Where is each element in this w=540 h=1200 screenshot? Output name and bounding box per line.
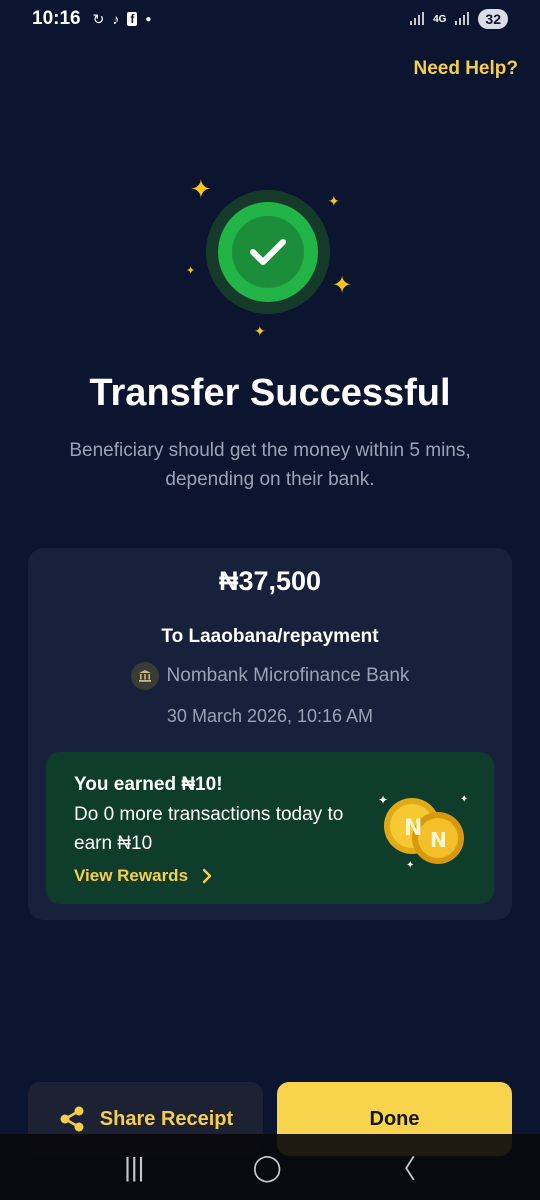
sparkle-icon: ✦ [332, 272, 353, 299]
transfer-amount: ₦37,500 [218, 566, 322, 596]
tiktok-icon: ♪ [112, 11, 120, 27]
recent-apps-icon[interactable]: ||| [124, 1152, 144, 1183]
bank-row: Nombank Microfinance Bank [0, 662, 540, 690]
share-receipt-label: Share Receipt [99, 1107, 234, 1130]
notification-icons: ↻ ♪ f ● [93, 11, 152, 28]
system-nav-bar: ||| ◯ 〈 [0, 1134, 540, 1200]
battery-indicator: 32 [478, 9, 508, 29]
home-icon[interactable]: ◯ [253, 1152, 282, 1183]
reward-description: Do 0 more transactions today to earn ₦10 [74, 804, 344, 854]
signal-icon [410, 12, 425, 25]
page-title: Transfer Successful [89, 372, 451, 414]
sparkle-icon: ✦ [328, 193, 340, 209]
reward-title: You earned ₦10! [74, 774, 223, 795]
need-help-link[interactable]: Need Help? [413, 58, 518, 80]
system-icons: 4G 32 [409, 9, 508, 29]
bank-name: Nombank Microfinance Bank [166, 665, 410, 686]
svg-text:N: N [430, 828, 447, 852]
view-rewards-label: View Rewards [74, 866, 189, 885]
svg-text:✦: ✦ [378, 793, 388, 807]
bank-icon [130, 662, 159, 690]
coins-icon: N N ✦ ✦ ✦ [376, 782, 476, 872]
status-time: 10:16 [32, 8, 81, 29]
transfer-date: 30 March 2026, 10:16 AM [166, 706, 374, 726]
svg-text:✦: ✦ [406, 860, 414, 871]
success-illustration: ✦ ✦ ✦ ✦ ✦ [170, 170, 370, 350]
svg-text:✦: ✦ [460, 794, 468, 805]
check-circle-icon [232, 216, 304, 288]
dot-icon: ● [145, 13, 152, 25]
done-label: Done [369, 1107, 420, 1130]
signal-icon-2 [455, 12, 470, 25]
sparkle-icon: ✦ [254, 323, 266, 339]
chevron-right-icon [202, 868, 212, 884]
back-icon[interactable]: 〈 [390, 1149, 416, 1186]
sparkle-icon: ✦ [190, 174, 212, 204]
reward-banner[interactable]: You earned ₦10! Do 0 more transactions t… [46, 752, 494, 904]
share-icon [60, 1106, 84, 1132]
checkmark-icon [250, 239, 286, 265]
facebook-icon: f [127, 12, 138, 26]
network-type: 4G [433, 13, 447, 25]
view-rewards-link[interactable]: View Rewards [74, 866, 212, 886]
sync-icon: ↻ [92, 10, 105, 27]
svg-text:N: N [404, 816, 422, 841]
status-bar: 10:16 ↻ ♪ f ● 4G 32 [0, 0, 540, 38]
sparkle-icon: ✦ [186, 265, 196, 277]
page-subtitle: Beneficiary should get the money within … [69, 440, 471, 490]
recipient-name: To Laaobana/repayment [161, 626, 379, 647]
